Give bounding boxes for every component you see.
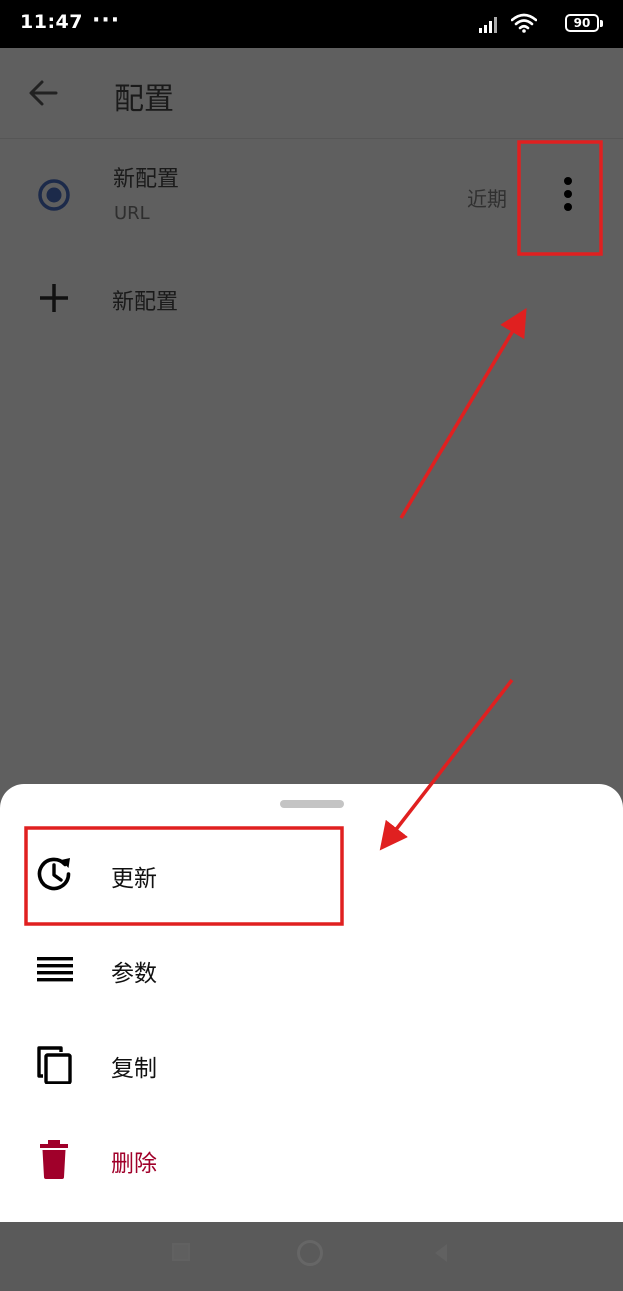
menu-item-label: 参数: [111, 961, 157, 987]
recents-icon[interactable]: [172, 1243, 190, 1261]
status-time: 11:47: [20, 11, 83, 33]
trash-icon: [40, 1140, 68, 1179]
page-title: 配置: [114, 82, 174, 117]
sheet-drag-handle[interactable]: [280, 800, 344, 808]
menu-item-update[interactable]: 更新: [0, 834, 623, 914]
home-icon[interactable]: [297, 1240, 323, 1266]
battery-level: 90: [573, 16, 591, 30]
profile-list-item[interactable]: 新配置 URL 近期: [0, 139, 623, 249]
bottom-sheet: 更新 参数 复制 删除: [0, 784, 623, 1222]
status-more-indicator: ···: [92, 8, 121, 33]
profile-name: 新配置: [113, 167, 180, 192]
plus-icon: [40, 284, 68, 312]
status-bar: 11:47 ··· 90: [0, 0, 623, 48]
more-vert-icon: [564, 177, 572, 185]
update-clock-icon: [37, 857, 71, 891]
menu-item-delete[interactable]: 删除: [0, 1119, 623, 1199]
radio-selected-icon[interactable]: [36, 177, 72, 213]
menu-item-copy[interactable]: 复制: [0, 1024, 623, 1104]
nav-back-icon[interactable]: [432, 1242, 450, 1264]
profile-date: 近期: [467, 187, 507, 211]
menu-item-label: 复制: [111, 1056, 157, 1082]
menu-item-label: 删除: [111, 1151, 157, 1177]
lines-icon: [37, 957, 73, 982]
signal-icon: [479, 17, 497, 33]
annotation-arrow-up: [399, 307, 527, 519]
more-options-button[interactable]: [540, 164, 596, 224]
new-profile-label: 新配置: [112, 290, 179, 315]
copy-icon: [37, 1046, 72, 1084]
app-bar: 配置: [0, 48, 623, 139]
arrow-left-icon[interactable]: [28, 79, 58, 107]
menu-item-label: 更新: [111, 866, 157, 892]
system-navigation-bar: [0, 1222, 623, 1291]
wifi-icon: [511, 13, 537, 33]
menu-item-params[interactable]: 参数: [0, 929, 623, 1009]
battery-tip: [600, 20, 603, 27]
battery-icon: 90: [565, 14, 599, 32]
new-profile-button[interactable]: 新配置: [0, 268, 623, 330]
profile-subtitle: URL: [114, 203, 150, 224]
